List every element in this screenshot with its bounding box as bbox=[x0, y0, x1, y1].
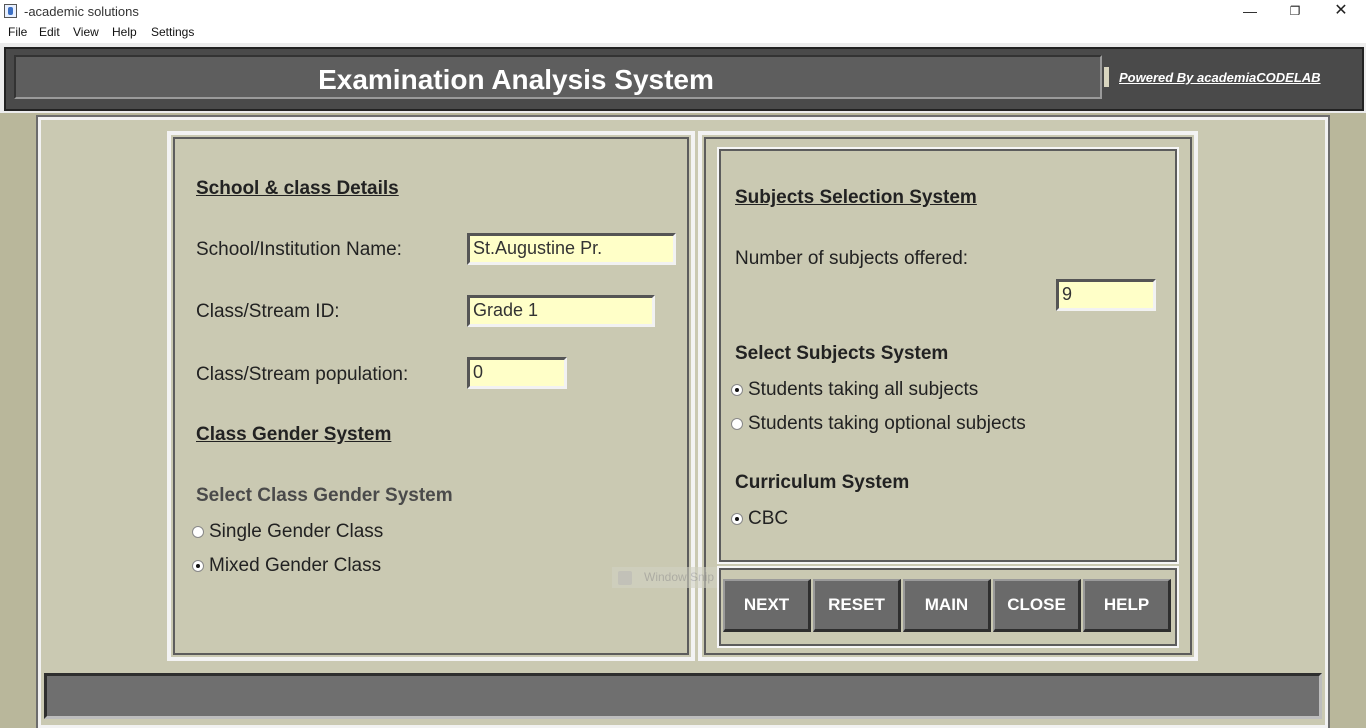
close-window-button[interactable]: ✕ bbox=[1318, 0, 1364, 23]
help-button[interactable]: HELP bbox=[1083, 579, 1171, 632]
maximize-button[interactable]: ❐ bbox=[1272, 0, 1318, 23]
minimize-button[interactable]: — bbox=[1227, 0, 1273, 23]
all-subjects-radio[interactable] bbox=[731, 384, 743, 396]
mixed-gender-radio[interactable] bbox=[192, 560, 204, 572]
gender-select-heading: Select Class Gender System bbox=[196, 485, 453, 506]
window-title: -academic solutions bbox=[24, 4, 139, 19]
title-bar: -academic solutions — ❐ ✕ bbox=[0, 0, 1366, 23]
school-details-heading: School & class Details bbox=[196, 178, 399, 199]
school-name-label: School/Institution Name: bbox=[196, 239, 402, 260]
snip-overlay-text: Window Snip bbox=[644, 570, 715, 584]
app-title: Examination Analysis System bbox=[318, 64, 714, 95]
menu-bar: File Edit View Help Settings bbox=[0, 23, 1366, 43]
cbc-label: CBC bbox=[748, 508, 789, 529]
app-window: -academic solutions — ❐ ✕ File Edit View… bbox=[0, 0, 1366, 728]
class-id-field[interactable]: Grade 1 bbox=[467, 295, 655, 327]
population-label: Class/Stream population: bbox=[196, 364, 409, 385]
all-subjects-label: Students taking all subjects bbox=[748, 379, 979, 400]
close-button[interactable]: CLOSE bbox=[993, 579, 1081, 632]
app-title-box: Examination Analysis System bbox=[14, 55, 1102, 99]
snip-icon bbox=[618, 571, 632, 585]
class-id-label: Class/Stream ID: bbox=[196, 301, 340, 322]
school-name-field[interactable]: St.Augustine Pr. bbox=[467, 233, 676, 265]
optional-subjects-label: Students taking optional subjects bbox=[748, 413, 1026, 434]
subjects-heading: Subjects Selection System bbox=[735, 187, 977, 208]
reset-button[interactable]: RESET bbox=[813, 579, 901, 632]
single-gender-label: Single Gender Class bbox=[209, 521, 384, 542]
mixed-gender-label: Mixed Gender Class bbox=[209, 555, 382, 576]
optional-subjects-radio[interactable] bbox=[731, 418, 743, 430]
subject-count-field[interactable]: 9 bbox=[1056, 279, 1156, 311]
menu-settings[interactable]: Settings bbox=[151, 25, 194, 39]
main-button[interactable]: MAIN bbox=[903, 579, 991, 632]
powered-divider bbox=[1104, 67, 1109, 87]
menu-file[interactable]: File bbox=[8, 25, 27, 39]
app-icon bbox=[4, 4, 17, 18]
menu-view[interactable]: View bbox=[73, 25, 99, 39]
gender-system-heading: Class Gender System bbox=[196, 424, 392, 445]
select-subjects-heading: Select Subjects System bbox=[735, 343, 949, 364]
population-field[interactable]: 0 bbox=[467, 357, 567, 389]
single-gender-radio[interactable] bbox=[192, 526, 204, 538]
next-button[interactable]: NEXT bbox=[723, 579, 811, 632]
powered-by-link[interactable]: Powered By academiaCODELAB bbox=[1119, 70, 1321, 85]
cbc-radio[interactable] bbox=[731, 513, 743, 525]
subject-count-label: Number of subjects offered: bbox=[735, 248, 969, 269]
menu-help[interactable]: Help bbox=[112, 25, 137, 39]
status-bar bbox=[44, 673, 1322, 719]
curriculum-heading: Curriculum System bbox=[735, 472, 910, 493]
menu-edit[interactable]: Edit bbox=[39, 25, 60, 39]
